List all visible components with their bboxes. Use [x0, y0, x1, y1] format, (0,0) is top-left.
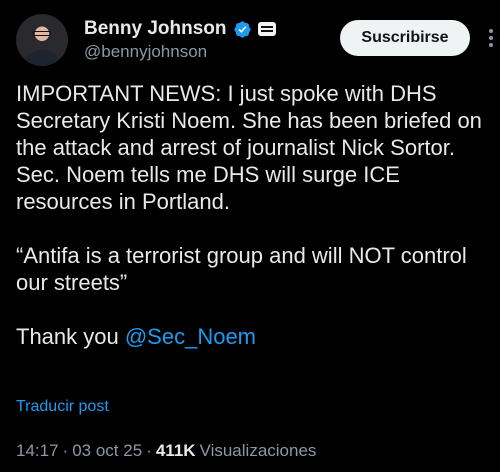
- tweet-header: Benny Johnson @bennyjohnson Suscribirse: [16, 14, 493, 66]
- tweet-paragraph: IMPORTANT NEWS: I just spoke with DHS Se…: [16, 81, 482, 214]
- more-options-icon[interactable]: [480, 26, 500, 50]
- name-row: Benny Johnson: [84, 18, 276, 40]
- avatar[interactable]: [16, 14, 68, 66]
- separator: ·: [146, 441, 152, 460]
- subscribe-button[interactable]: Suscribirse: [340, 20, 470, 56]
- tweet-text: IMPORTANT NEWS: I just spoke with DHS Se…: [16, 80, 488, 350]
- separator: ·: [62, 441, 69, 460]
- author-info: Benny Johnson @bennyjohnson: [84, 18, 276, 62]
- translate-link[interactable]: Traducir post: [16, 398, 109, 416]
- tweet-thanks: Thank you @Sec_Noem: [16, 323, 488, 350]
- tweet-date[interactable]: 03 oct 25: [72, 441, 142, 461]
- thanks-text: Thank you: [16, 324, 125, 349]
- tweet-quote: “Antifa is a terrorist group and will NO…: [16, 243, 467, 295]
- views-count[interactable]: 411K: [156, 441, 196, 461]
- handle[interactable]: @bennyjohnson: [84, 42, 276, 62]
- affiliate-badge-icon[interactable]: [257, 22, 276, 36]
- tweet-meta: 14:17 · 03 oct 25 · 411K Visualizaciones: [16, 441, 316, 461]
- mention-link[interactable]: @Sec_Noem: [125, 324, 256, 349]
- verified-badge-icon: [233, 20, 251, 38]
- display-name[interactable]: Benny Johnson: [84, 18, 227, 40]
- views-label[interactable]: Visualizaciones: [200, 441, 317, 461]
- tweet-time[interactable]: 14:17: [16, 441, 59, 461]
